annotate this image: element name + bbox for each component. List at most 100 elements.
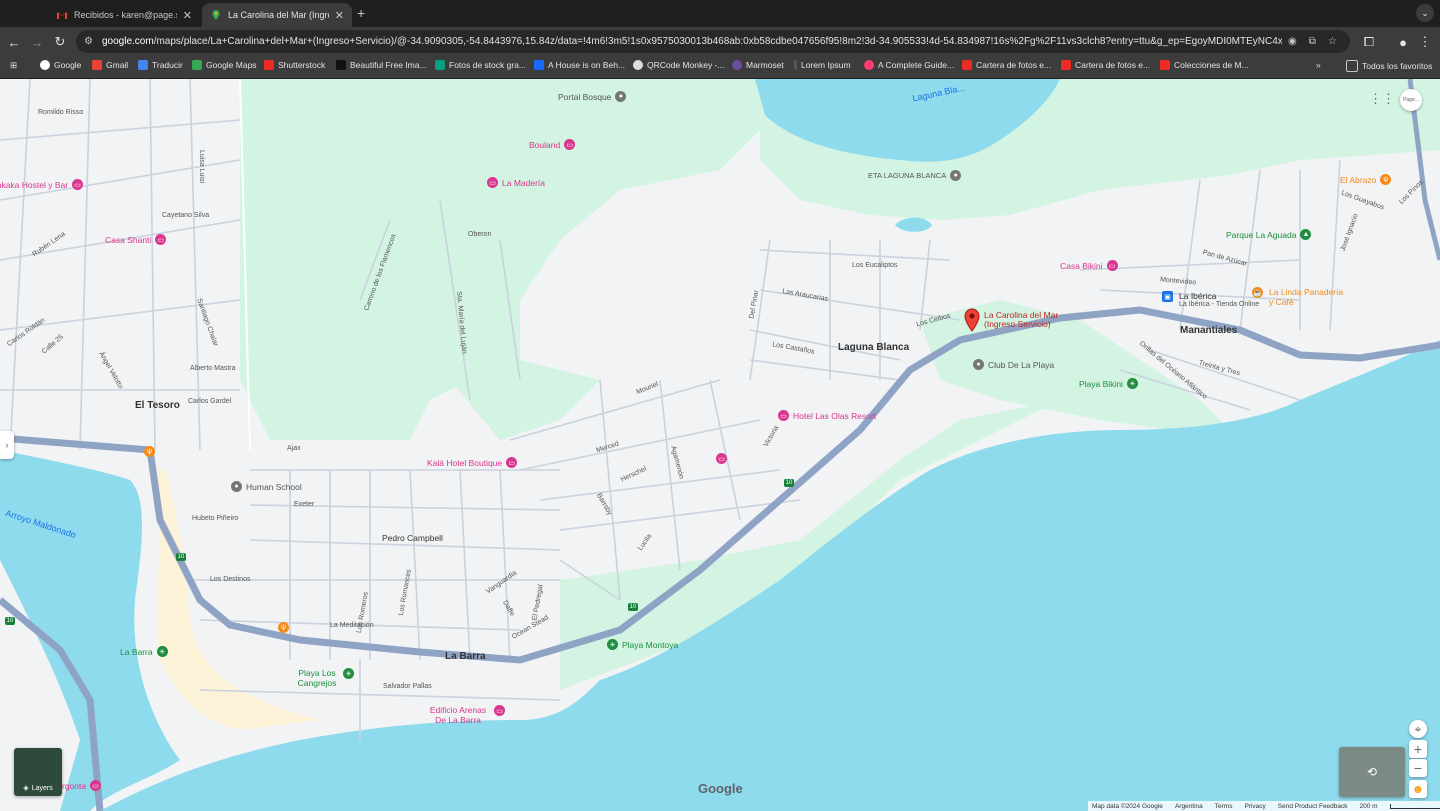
poi-la-maderia[interactable]: ▭ La Madería: [487, 177, 545, 188]
poi-label: El Abrazo: [1340, 174, 1377, 185]
bookmark-lorem[interactable]: Lorem Ipsum: [794, 60, 851, 70]
folder-icon: [1346, 60, 1358, 72]
poi-club-de-la-playa[interactable]: ● Club De La Playa: [973, 359, 1054, 370]
landmark-icon: ●: [615, 91, 627, 102]
bookmark-label: Beautiful Free Ima...: [350, 60, 427, 70]
reload-icon[interactable]: ↻: [51, 33, 69, 51]
poi-label: Playa Bikini: [1079, 378, 1123, 389]
street-view-preview[interactable]: ⟲: [1339, 747, 1405, 797]
poi-la-iberica[interactable]: ▣ La Ibérica La Ibérica - Tienda Online: [1162, 291, 1259, 308]
poi-kala-hotel[interactable]: Kalá Hotel Boutique ▭: [427, 457, 518, 468]
poi-hostel[interactable]: dakaka Hostel y Bar▭: [0, 179, 84, 190]
behance-icon: [534, 60, 544, 70]
privacy-link[interactable]: Privacy: [1244, 803, 1265, 810]
restaurant-icon: ψ: [1380, 174, 1392, 185]
gmail-icon: [57, 12, 67, 19]
account-avatar[interactable]: Page...: [1400, 89, 1422, 111]
poi-playa-bikini[interactable]: Playa Bikini ☀: [1079, 378, 1138, 389]
maps-icon: [212, 10, 220, 20]
poi-label: La Barra: [120, 646, 153, 657]
poi-la-barra-beach[interactable]: La Barra ☀: [120, 646, 168, 657]
bookmark-behance[interactable]: A House is on Beh...: [534, 60, 625, 70]
poi-parque-la-aguada[interactable]: Parque La Aguada ▲: [1226, 229, 1312, 240]
tab-maps[interactable]: La Carolina del Mar (Ingreso Servicio) ✕: [202, 3, 352, 27]
poi-la-linda[interactable]: ☕ La Linda Panadería y Café: [1252, 287, 1349, 307]
poi-edificio-arenas[interactable]: Edificio Arenas De La Barra ▭: [426, 705, 505, 725]
terms-link[interactable]: Terms: [1215, 803, 1233, 810]
country-link[interactable]: Argentina: [1175, 803, 1203, 810]
poi-eta-laguna-blanca[interactable]: ETA LAGUNA BLANCA ●: [868, 170, 962, 181]
poi-el-abrazo[interactable]: El Abrazo ψ: [1340, 174, 1392, 185]
street-label: Hubeto Piñeiro: [192, 515, 239, 522]
shutterstock-icon: [962, 60, 972, 70]
all-bookmarks[interactable]: Todos los favoritos: [1346, 60, 1432, 72]
bookmark-guide[interactable]: A Complete Guide...: [864, 60, 954, 70]
poi-human-school[interactable]: ● Human School: [231, 481, 302, 492]
apps-grid-icon[interactable]: ⋮⋮: [1369, 89, 1395, 109]
bookmark-cartera-1[interactable]: Cartera de fotos e...: [962, 60, 1051, 70]
tab-title: La Carolina del Mar (Ingreso Servicio): [228, 10, 329, 20]
street-label: Cayetano Silva: [162, 212, 210, 219]
back-icon[interactable]: ←: [5, 33, 23, 51]
close-tab-icon[interactable]: ✕: [183, 9, 192, 22]
site-info-icon[interactable]: ⚙: [84, 36, 98, 47]
profile-icon[interactable]: ●: [1394, 33, 1412, 51]
bookmark-qrcode[interactable]: QRCode Monkey -...: [633, 60, 724, 70]
poi-hotel-las-olas[interactable]: ▭ Hotel Las Olas Resort: [778, 410, 876, 421]
poi-bouland[interactable]: Bouland ▭: [529, 139, 576, 150]
bookmark-traducir[interactable]: Traducir: [138, 60, 183, 70]
extensions-icon[interactable]: ⧠: [1360, 33, 1378, 51]
apps-icon[interactable]: ⊞: [10, 60, 17, 71]
zoom-out-icon[interactable]: −: [1409, 759, 1427, 777]
tab-search-icon[interactable]: ⌄: [1416, 4, 1434, 22]
new-tab-icon[interactable]: +: [357, 5, 365, 21]
beach-icon: ☀: [1126, 378, 1138, 389]
poi-rgonta[interactable]: rgonta ▭: [62, 780, 102, 791]
bookmark-label: Google: [54, 60, 82, 70]
poi-playa-los-cangrejos[interactable]: Playa Los Cangrejos ☀: [295, 668, 354, 688]
poi-casa-shanti[interactable]: Casa Shanti ▭: [105, 234, 167, 245]
bookmark-cartera-2[interactable]: Cartera de fotos e...: [1061, 60, 1150, 70]
bookmark-fotos-stock[interactable]: Fotos de stock gra...: [435, 60, 526, 70]
forward-icon[interactable]: →: [28, 33, 46, 51]
more-bookmarks-icon[interactable]: »: [1316, 60, 1321, 70]
bookmark-google-maps[interactable]: Google Maps: [192, 60, 257, 70]
expand-side-panel-icon[interactable]: ›: [0, 431, 14, 459]
hotel-icon: ▭: [564, 139, 576, 150]
poi-restaurant[interactable]: ψ: [144, 446, 155, 457]
poi-restaurant[interactable]: ψ: [278, 622, 289, 633]
poi-label: Bouland: [529, 139, 561, 150]
map-canvas[interactable]: Laguna Blanca El Tesoro Manantiales La B…: [0, 79, 1440, 811]
poi-portal-bosque[interactable]: Portal Bosque ●: [558, 91, 627, 102]
bookmark-label: Fotos de stock gra...: [449, 60, 527, 70]
bookmark-beautiful-free[interactable]: Beautiful Free Ima...: [336, 60, 427, 70]
bookmark-label: Traducir: [152, 60, 183, 70]
scale-bar: [1389, 803, 1440, 809]
bookmark-shutterstock[interactable]: Shutterstock: [264, 60, 325, 70]
hotel-icon: ▭: [1106, 260, 1118, 271]
bookmark-google[interactable]: Google: [40, 60, 81, 70]
bookmark-marmoset[interactable]: Marmoset: [732, 60, 784, 70]
chrome-menu-icon[interactable]: ⋮: [1416, 33, 1434, 51]
pegman-icon[interactable]: ☻: [1409, 780, 1427, 798]
location-icon[interactable]: ◉: [1288, 36, 1297, 47]
feedback-link[interactable]: Send Product Feedback: [1278, 803, 1348, 810]
hotel-icon: ▭: [494, 705, 505, 716]
poi-playa-montoya[interactable]: ☀ Playa Montoya: [607, 639, 678, 650]
poi-label: La Ibérica: [1179, 291, 1217, 301]
area-label-manantiales: Manantiales: [1180, 325, 1238, 336]
close-tab-icon[interactable]: ✕: [335, 9, 344, 22]
zoom-in-icon[interactable]: +: [1409, 740, 1427, 758]
my-location-icon[interactable]: ⌖: [1409, 720, 1427, 738]
bookmark-colecciones[interactable]: Colecciones de M...: [1160, 60, 1249, 70]
url-text[interactable]: google.com/maps/place/La+Carolina+del+Ma…: [102, 36, 1282, 47]
selected-place-marker[interactable]: La Carolina del Mar (Ingreso Servicio): [963, 308, 1084, 332]
install-app-icon[interactable]: ⧉: [1309, 36, 1316, 47]
tab-gmail[interactable]: Recibidos - karen@page.studio ✕: [48, 3, 200, 27]
layers-button[interactable]: ◈ Layers: [14, 748, 62, 796]
poi-casa-bikini[interactable]: Casa Bikini ▭: [1060, 260, 1118, 271]
bookmark-star-icon[interactable]: ☆: [1328, 36, 1337, 47]
bookmark-gmail[interactable]: Gmail: [92, 60, 128, 70]
poi-hotel-unnamed[interactable]: ▭: [716, 453, 727, 464]
address-bar[interactable]: ⚙ google.com/maps/place/La+Carolina+del+…: [76, 30, 1350, 53]
